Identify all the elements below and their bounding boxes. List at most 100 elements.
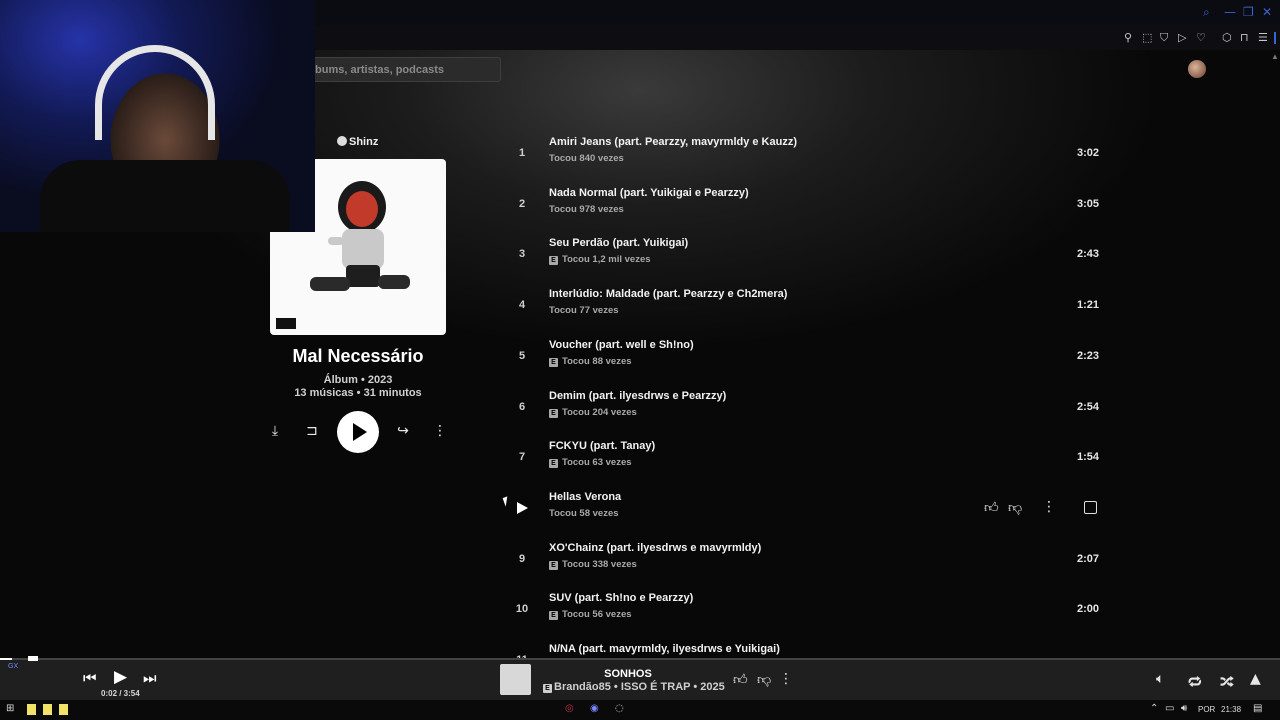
bookmark-icon[interactable]: ⊐ — [302, 421, 322, 441]
chevron-up-icon[interactable]: ⌃ — [1150, 703, 1158, 714]
now-playing-subtitle[interactable]: E Brandão85 • ISSO É TRAP • 2025 — [543, 681, 725, 693]
track-duration: 2:07 — [1076, 552, 1099, 565]
next-icon[interactable]: ⏭ — [143, 669, 157, 687]
sticky-note-icon[interactable] — [43, 704, 52, 715]
discord-icon[interactable]: ◉ — [590, 703, 599, 714]
volume-icon[interactable]: 🔈︎ — [1156, 671, 1164, 687]
more-vert-icon[interactable]: ⋮ — [779, 671, 793, 687]
play-outline-icon[interactable]: ▷ — [1178, 31, 1186, 44]
track-title[interactable]: Demim (part. ilyesdrws e Pearzzy) — [549, 390, 726, 402]
notifications-icon[interactable]: ▤ — [1253, 703, 1262, 714]
checkbox-icon[interactable] — [1084, 500, 1097, 514]
track-row[interactable]: 4 Interlúdio: Maldade (part. Pearzzy e Ch… — [505, 280, 1105, 330]
thumbs-up-icon[interactable]: 👍︎ — [733, 671, 748, 688]
network-icon[interactable]: ▭ — [1165, 703, 1174, 714]
shuffle-icon[interactable]: 🔀︎ — [1220, 671, 1234, 692]
track-row[interactable]: 1 Amiri Jeans (part. Pearzzy, mavyrmldy e… — [505, 128, 1105, 178]
explicit-badge: E — [549, 560, 558, 570]
speaker-icon[interactable]: 🔊︎ — [1181, 703, 1187, 714]
track-plays: E Tocou 338 vezes — [549, 559, 637, 570]
track-row[interactable]: 7 FCKYU (part. Tanay) E Tocou 63 vezes 1:54 — [505, 432, 1105, 482]
track-title[interactable]: Voucher (part. well e Sh!no) — [549, 339, 694, 351]
previous-icon[interactable]: ⏮ — [83, 669, 97, 687]
opera-gx-icon[interactable]: ◎ — [565, 703, 574, 714]
progress-bar[interactable] — [0, 656, 1280, 661]
app-icon[interactable]: ◌ — [615, 703, 624, 714]
lock-icon[interactable]: ⊓ — [1240, 31, 1249, 44]
shield-icon[interactable]: ⛉ — [1160, 31, 1168, 45]
heart-icon[interactable]: ♡ — [1196, 31, 1206, 44]
track-plays: E Tocou 63 vezes — [549, 457, 632, 469]
row-play-icon[interactable] — [517, 501, 528, 514]
album-count-duration: 13 músicas • 31 minutos — [294, 387, 422, 399]
track-title[interactable]: Interlúdio: Maldade (part. Pearzzy e Ch2… — [549, 288, 787, 300]
album-type-year: Álbum • 2023 — [323, 374, 393, 386]
close-icon[interactable]: ✕ — [1262, 5, 1272, 19]
artist-link[interactable]: Shinz — [337, 136, 378, 148]
sticky-note-icon[interactable] — [27, 704, 36, 715]
track-plays: E Tocou 56 vezes — [549, 609, 632, 621]
search-icon[interactable]: ⌕ — [1203, 5, 1210, 20]
track-title[interactable]: N/NA (part. mavyrmldy, ilyesdrws e Yuiki… — [549, 643, 780, 655]
sticky-note-icon[interactable] — [59, 704, 68, 715]
track-row[interactable]: 2 Nada Normal (part. Yuikigai e Pearzzy) T… — [505, 179, 1105, 229]
track-plays: Tocou 58 vezes — [549, 508, 619, 519]
track-number: 6 — [518, 400, 526, 413]
explicit-badge: E — [543, 684, 552, 693]
search-input[interactable]: bums, artistas, podcasts — [300, 57, 501, 82]
track-row[interactable]: 11 N/NA (part. mavyrmldy, ilyesdrws e Yui… — [505, 635, 1105, 658]
windows-start-icon[interactable]: ⊞ — [6, 703, 14, 714]
thumbs-down-icon[interactable]: 👎︎ — [757, 671, 771, 688]
progress-knob[interactable] — [28, 656, 38, 661]
clock[interactable]: 21:38 — [1221, 705, 1241, 714]
track-plays: Tocou 840 vezes — [549, 153, 624, 164]
track-title[interactable]: SUV (part. Sh!no e Pearzzy) — [549, 592, 693, 604]
play-icon[interactable]: ▶ — [114, 667, 127, 687]
playback-time: 0:02 / 3:54 — [101, 689, 140, 698]
share-icon[interactable]: ↪ — [393, 421, 413, 441]
repeat-icon[interactable]: 🔁︎ — [1188, 671, 1202, 692]
expand-icon[interactable]: ▲ — [1250, 671, 1261, 687]
track-duration: 2:23 — [1076, 349, 1099, 362]
track-plays-text: Tocou 56 vezes — [562, 609, 632, 621]
track-number: 1 — [518, 147, 526, 159]
track-plays: Tocou 77 vezes — [549, 305, 619, 316]
track-plays-text: Tocou 338 vezes — [562, 558, 637, 570]
track-plays-text: Tocou 77 vezes — [549, 305, 619, 317]
track-row[interactable]: 6 Demim (part. ilyesdrws e Pearzzy) E Tocou… — [505, 382, 1105, 432]
track-plays-text: Tocou 204 vezes — [562, 406, 637, 418]
track-number: 10 — [515, 603, 529, 616]
thumbs-down-icon[interactable]: 👎︎ — [1008, 499, 1022, 516]
now-playing-thumbnail[interactable] — [500, 664, 531, 695]
play-album-button[interactable] — [337, 411, 379, 453]
minimize-icon[interactable]: — — [1224, 5, 1236, 19]
menu-icon[interactable]: ☰ — [1258, 31, 1268, 44]
track-row[interactable]: 3 Seu Perdão (part. Yuikigai) E Tocou 1,2 m… — [505, 229, 1105, 279]
track-title[interactable]: Hellas Verona — [549, 491, 621, 503]
track-row[interactable]: Hellas Verona Tocou 58 vezes 👍︎ 👎︎ ⋮ — [505, 483, 1105, 533]
webcam-overlay — [0, 0, 315, 232]
restore-icon[interactable]: ❐ — [1243, 5, 1254, 19]
track-title[interactable]: FCKYU (part. Tanay) — [549, 440, 655, 452]
track-number: 7 — [518, 451, 526, 464]
pin-icon[interactable]: ⚲ — [1124, 31, 1132, 44]
scroll-up-icon[interactable]: ▲ — [1271, 52, 1279, 64]
language-indicator[interactable]: POR — [1198, 705, 1215, 714]
track-row[interactable]: 5 Voucher (part. well e Sh!no) E Tocou 88 v… — [505, 331, 1105, 381]
thumbs-up-icon[interactable]: 👍︎ — [984, 499, 999, 516]
gx-label: GX — [8, 663, 19, 670]
track-duration: 2:43 — [1076, 248, 1099, 261]
track-title[interactable]: Amiri Jeans (part. Pearzzy, mavyrmldy e … — [549, 136, 797, 148]
more-vert-icon[interactable]: ⋮ — [1042, 499, 1056, 515]
track-title[interactable]: Seu Perdão (part. Yuikigai) — [549, 237, 688, 249]
track-row[interactable]: 10 SUV (part. Sh!no e Pearzzy) E Tocou 56 v… — [505, 584, 1105, 634]
extensions-icon[interactable]: ⬡ — [1222, 31, 1232, 44]
now-playing-title[interactable]: SONHOS — [540, 668, 716, 680]
more-vert-icon[interactable]: ⋮ — [430, 421, 450, 441]
track-title[interactable]: XO'Chainz (part. ilyesdrws e mavyrmldy) — [549, 542, 761, 554]
download-icon[interactable]: ⤓ — [265, 421, 285, 441]
track-row[interactable]: 9 XO'Chainz (part. ilyesdrws e mavyrmldy)… — [505, 534, 1105, 584]
screenshot-icon[interactable]: ⬚ — [1142, 31, 1152, 44]
avatar[interactable] — [1188, 60, 1206, 78]
track-title[interactable]: Nada Normal (part. Yuikigai e Pearzzy) — [549, 187, 749, 199]
